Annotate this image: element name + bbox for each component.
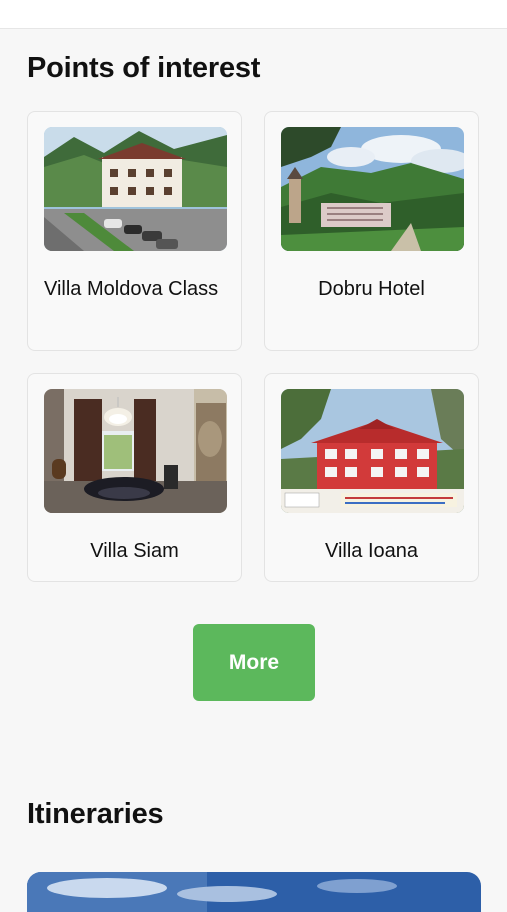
poi-card-villa-siam[interactable]: Villa Siam bbox=[27, 373, 242, 582]
poi-card-title: Villa Ioana bbox=[324, 540, 419, 562]
poi-card-title: Dobru Hotel bbox=[318, 278, 425, 300]
more-button[interactable]: More bbox=[193, 624, 315, 701]
itineraries-heading: Itineraries bbox=[27, 798, 164, 830]
villa-moldova-class-photo bbox=[44, 127, 227, 251]
points-of-interest-heading: Points of interest bbox=[27, 52, 261, 84]
poi-card-title: Villa Moldova Class bbox=[44, 278, 219, 300]
poi-card-villa-ioana[interactable]: Villa Ioana bbox=[264, 373, 479, 582]
itinerary-card-photo bbox=[27, 872, 481, 912]
poi-card-dobru-hotel[interactable]: Dobru Hotel bbox=[264, 111, 479, 351]
villa-siam-photo bbox=[44, 389, 227, 513]
dobru-hotel-photo bbox=[281, 127, 464, 251]
top-bar bbox=[0, 0, 507, 29]
villa-ioana-photo bbox=[281, 389, 464, 513]
poi-card-villa-moldova-class[interactable]: Villa Moldova Class bbox=[27, 111, 242, 351]
poi-card-title: Villa Siam bbox=[90, 540, 179, 562]
itinerary-card[interactable] bbox=[27, 872, 481, 912]
